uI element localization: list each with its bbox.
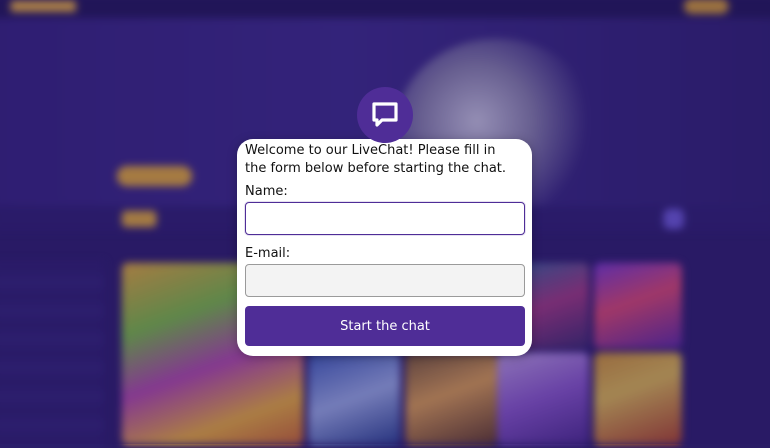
email-label: E-mail: [245,246,291,261]
name-field[interactable] [245,202,525,235]
chat-bubble-icon-svg [372,102,398,127]
chat-bubble-icon [357,87,413,143]
start-chat-button[interactable]: Start the chat [245,306,525,346]
welcome-message: Welcome to our LiveChat! Please fill in … [245,143,507,176]
email-field[interactable] [245,264,525,297]
livechat-prechat-form: Welcome to our LiveChat! Please fill in … [237,139,532,356]
name-label: Name: [245,184,288,199]
